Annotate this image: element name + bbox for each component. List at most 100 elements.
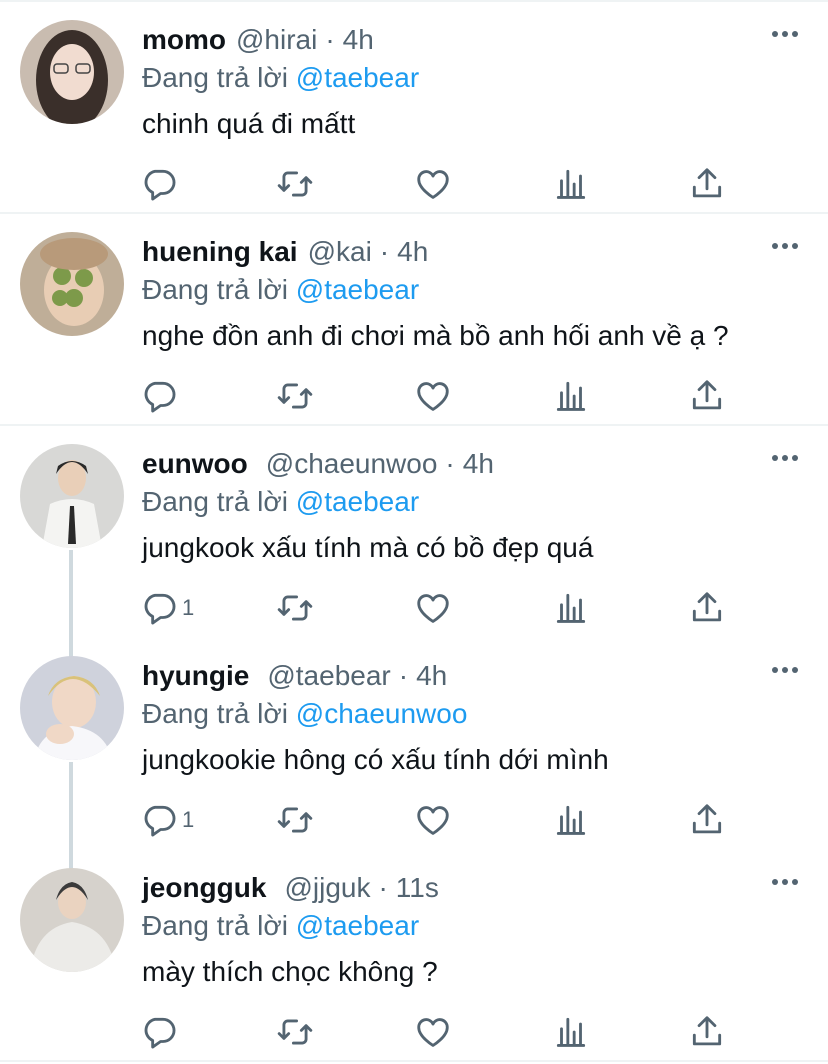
tweet-header: jeongguk @jjguk · 11s	[142, 868, 439, 908]
tweet-header: eunwoo @chaeunwoo · 4h	[142, 444, 494, 484]
tweet-text: mày thích chọc không ?	[142, 956, 438, 987]
like-button[interactable]	[414, 586, 452, 630]
reply-icon	[144, 169, 176, 201]
avatar[interactable]	[20, 444, 124, 548]
tweet[interactable]: huening kai @kai · 4h Đang trả lời @taeb…	[0, 214, 828, 426]
retweet-icon	[277, 1019, 313, 1045]
avatar-photo	[20, 20, 124, 124]
display-name[interactable]: eunwoo	[142, 444, 248, 484]
more-icon[interactable]	[772, 30, 798, 38]
tweet-actions: 1	[140, 586, 740, 630]
reply-button[interactable]	[140, 374, 182, 418]
tweet-text: nghe đồn anh đi chơi mà bồ anh hối anh v…	[142, 320, 729, 351]
separator-dot: ·	[398, 660, 409, 691]
avatar[interactable]	[20, 656, 124, 760]
tweet-header: hyungie @taebear · 4h	[142, 656, 447, 696]
separator-dot: ·	[445, 448, 455, 479]
tweet-text: chinh quá đi mấtt	[142, 108, 356, 139]
analytics-icon	[556, 381, 586, 411]
reply-button[interactable]: 1	[140, 798, 194, 842]
reply-button[interactable]: 1	[140, 586, 194, 630]
share-button[interactable]	[688, 374, 726, 418]
display-name[interactable]: jeongguk	[142, 868, 266, 908]
share-icon	[692, 592, 722, 622]
retweet-icon	[277, 171, 313, 197]
reply-button[interactable]	[140, 1010, 182, 1054]
analytics-icon	[556, 169, 586, 199]
analytics-button[interactable]	[552, 162, 590, 206]
like-button[interactable]	[414, 1010, 452, 1054]
like-button[interactable]	[414, 162, 452, 206]
like-button[interactable]	[414, 798, 452, 842]
timestamp[interactable]: 4h	[463, 444, 494, 484]
timestamp[interactable]: 4h	[416, 656, 447, 696]
avatar-photo	[20, 656, 124, 760]
tweet-actions: 1	[140, 798, 740, 842]
replying-mention[interactable]: @taebear	[296, 910, 419, 941]
tweet[interactable]: jeongguk @jjguk · 11s Đang trả lời @taeb…	[0, 850, 828, 1062]
analytics-button[interactable]	[552, 374, 590, 418]
tweet[interactable]: eunwoo @chaeunwoo · 4h Đang trả lời @tae…	[0, 426, 828, 638]
replying-mention[interactable]: @chaeunwoo	[296, 698, 468, 729]
user-handle[interactable]: @kai	[308, 232, 372, 272]
tweet-header: huening kai @kai · 4h	[142, 232, 428, 272]
share-button[interactable]	[688, 162, 726, 206]
more-icon[interactable]	[772, 878, 798, 886]
reply-button[interactable]	[140, 162, 182, 206]
replying-prefix: Đang trả lời	[142, 910, 288, 941]
tweet-text: jungkook xấu tính mà có bồ đẹp quá	[142, 532, 594, 563]
display-name[interactable]: momo	[142, 20, 226, 60]
timestamp[interactable]: 4h	[397, 232, 428, 272]
tweet[interactable]: hyungie @taebear · 4h Đang trả lời @chae…	[0, 638, 828, 850]
like-button[interactable]	[414, 374, 452, 418]
avatar-photo	[20, 444, 124, 548]
display-name[interactable]: huening kai	[142, 232, 298, 272]
retweet-button[interactable]	[276, 162, 314, 206]
retweet-icon	[277, 383, 313, 409]
replying-to: Đang trả lời @chaeunwoo	[142, 694, 467, 734]
analytics-button[interactable]	[552, 1010, 590, 1054]
retweet-button[interactable]	[276, 1010, 314, 1054]
separator-dot: ·	[325, 24, 335, 55]
heart-icon	[417, 382, 449, 411]
replying-mention[interactable]: @taebear	[296, 274, 419, 305]
reply-icon	[144, 1017, 176, 1049]
retweet-button[interactable]	[276, 798, 314, 842]
retweet-icon	[277, 807, 313, 833]
retweet-button[interactable]	[276, 586, 314, 630]
user-handle[interactable]: @jjguk	[284, 868, 370, 908]
more-icon[interactable]	[772, 454, 798, 462]
more-icon[interactable]	[772, 666, 798, 674]
heart-icon	[417, 806, 449, 835]
share-button[interactable]	[688, 1010, 726, 1054]
tweet[interactable]: momo @hirai · 4h Đang trả lời @taebear c…	[0, 2, 828, 214]
replying-prefix: Đang trả lời	[142, 486, 288, 517]
retweet-button[interactable]	[276, 374, 314, 418]
tweet-actions	[140, 162, 740, 206]
avatar[interactable]	[20, 232, 124, 336]
user-handle[interactable]: @chaeunwoo	[266, 444, 438, 484]
share-button[interactable]	[688, 586, 726, 630]
replying-prefix: Đang trả lời	[142, 698, 288, 729]
analytics-button[interactable]	[552, 798, 590, 842]
user-handle[interactable]: @taebear	[267, 656, 390, 696]
analytics-button[interactable]	[552, 586, 590, 630]
heart-icon	[417, 594, 449, 623]
reply-icon	[144, 381, 176, 413]
replying-mention[interactable]: @taebear	[296, 62, 419, 93]
reply-icon	[144, 805, 176, 837]
reply-icon	[144, 593, 176, 625]
timestamp[interactable]: 11s	[396, 868, 439, 908]
tweet-actions	[140, 1010, 740, 1054]
replying-mention[interactable]: @taebear	[296, 486, 419, 517]
timestamp[interactable]: 4h	[343, 20, 374, 60]
display-name[interactable]: hyungie	[142, 656, 249, 696]
avatar[interactable]	[20, 868, 124, 972]
replying-prefix: Đang trả lời	[142, 62, 288, 93]
more-icon[interactable]	[772, 242, 798, 250]
analytics-icon	[556, 1017, 586, 1047]
share-button[interactable]	[688, 798, 726, 842]
avatar[interactable]	[20, 20, 124, 124]
user-handle[interactable]: @hirai	[236, 20, 317, 60]
analytics-icon	[556, 805, 586, 835]
